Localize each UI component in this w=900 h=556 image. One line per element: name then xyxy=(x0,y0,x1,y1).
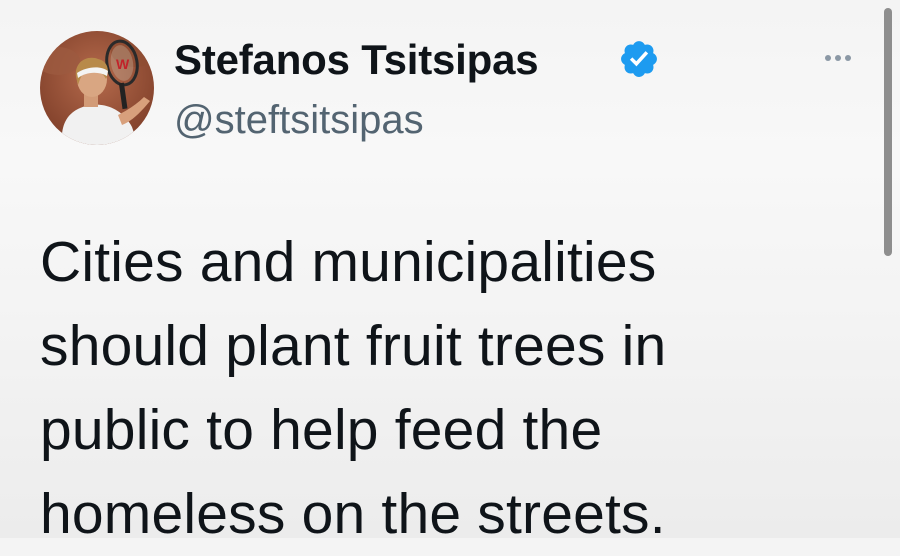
tweet-text-line: public to help feed the xyxy=(40,398,603,462)
author-display-name[interactable]: Stefanos Tsitsipas xyxy=(174,30,539,90)
tweet-text-line: homeless on the streets. xyxy=(40,482,666,546)
more-options-button[interactable] xyxy=(816,44,860,72)
more-options-icon-dot xyxy=(845,55,851,61)
tweet-card: W Stefanos Tsitsipas @steftsitsipas Citi… xyxy=(0,0,900,546)
tweet-text-line: should plant fruit trees in xyxy=(40,314,667,378)
more-options-icon xyxy=(825,55,831,61)
tweet-text: Cities and municipalities should plant f… xyxy=(40,220,840,556)
author-avatar[interactable]: W xyxy=(40,31,154,145)
author-handle[interactable]: @steftsitsipas xyxy=(174,92,424,148)
scrollbar-thumb[interactable] xyxy=(884,8,892,256)
tweet-text-line: Cities and municipalities xyxy=(40,230,657,294)
svg-text:W: W xyxy=(116,56,130,72)
more-options-icon-dot xyxy=(835,55,841,61)
avatar-photo: W xyxy=(40,31,154,145)
verified-badge-icon xyxy=(621,41,657,77)
